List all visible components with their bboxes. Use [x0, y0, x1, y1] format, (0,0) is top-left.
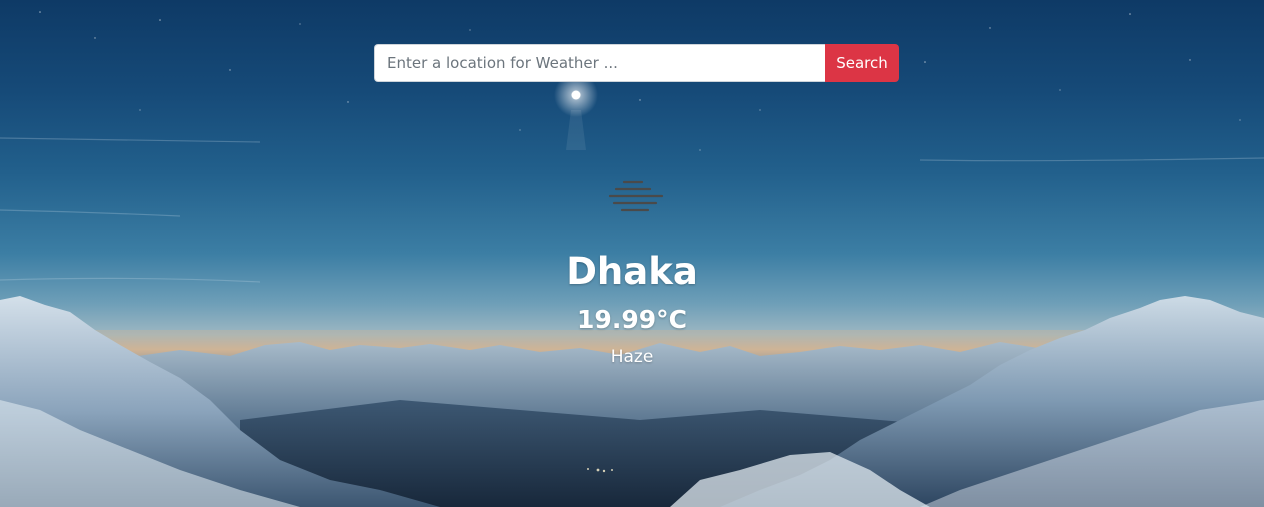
temperature: 19.99°C: [577, 305, 687, 334]
search-bar: Search: [374, 44, 899, 82]
search-button[interactable]: Search: [825, 44, 899, 82]
haze-icon: [606, 178, 666, 216]
location-search-input[interactable]: [374, 44, 825, 82]
city-name: Dhaka: [566, 250, 698, 293]
weather-condition: Haze: [610, 347, 654, 367]
